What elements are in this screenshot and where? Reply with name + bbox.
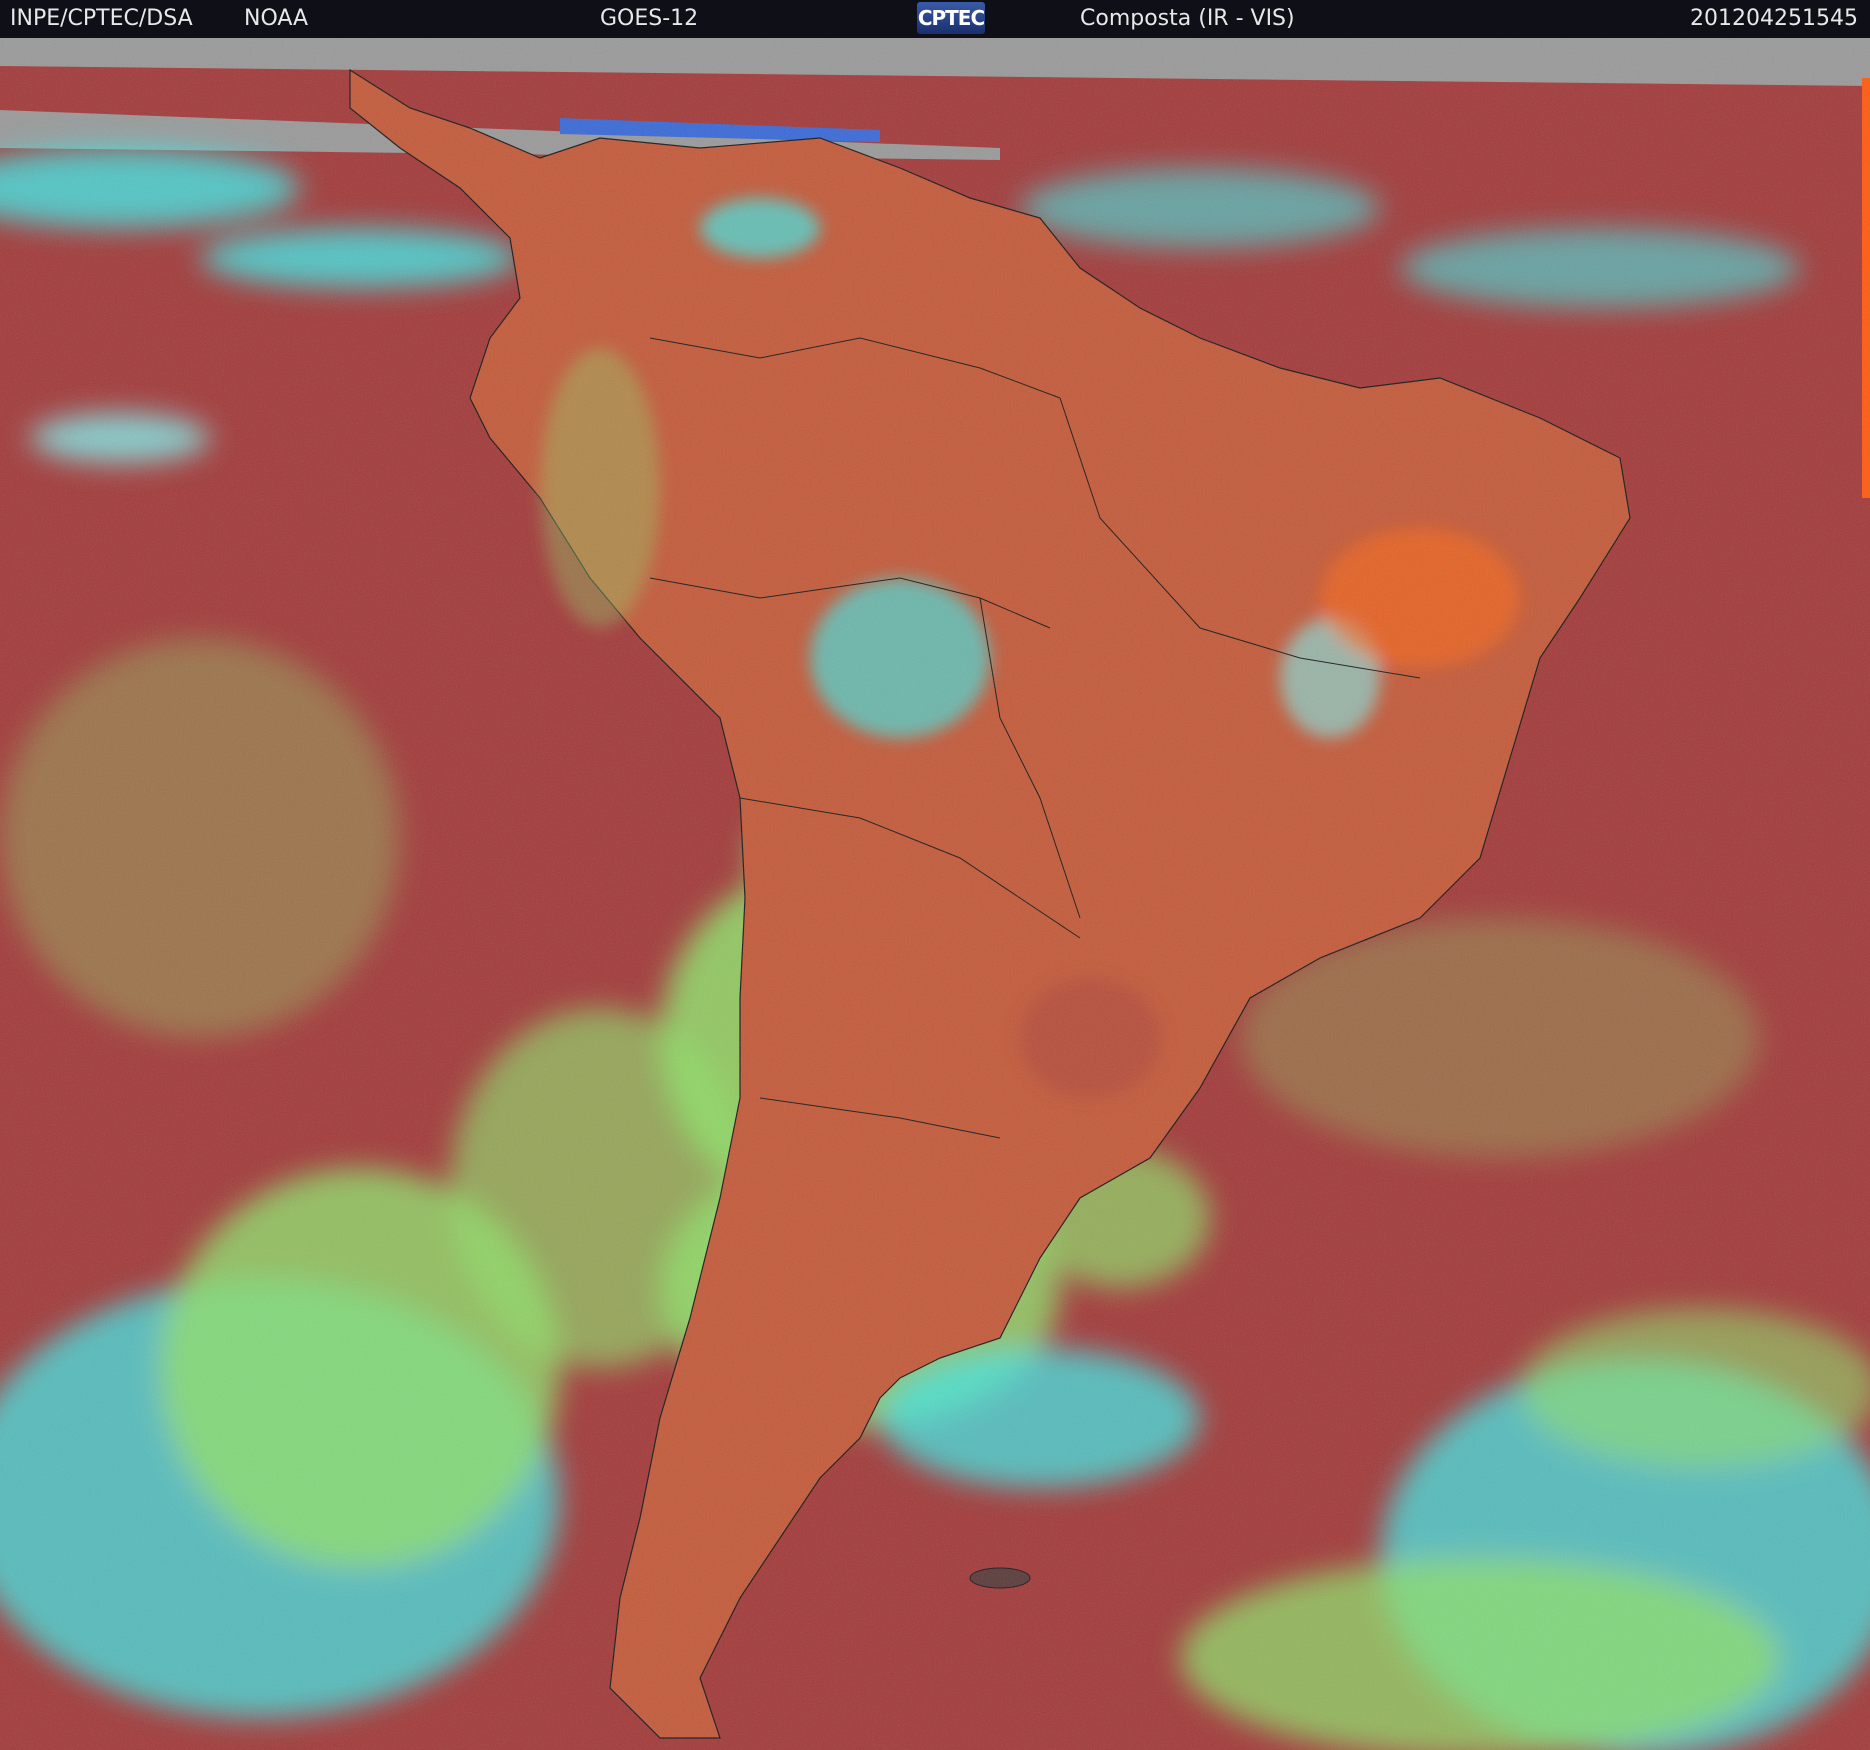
agency-label: INPE/CPTEC/DSA <box>10 6 193 31</box>
header-bar: INPE/CPTEC/DSA NOAA GOES-12 CPTEC Compos… <box>0 0 1870 38</box>
satellite-label: GOES-12 <box>600 6 699 31</box>
timestamp-label: 201204251545 <box>1690 6 1858 31</box>
partner-label: NOAA <box>244 6 309 31</box>
product-label: Composta (IR - VIS) <box>1080 6 1295 31</box>
cptec-logo: CPTEC <box>917 2 985 34</box>
satellite-image <box>0 38 1870 1750</box>
texture-overlay <box>0 38 1870 1750</box>
satellite-composite-svg <box>0 38 1870 1750</box>
